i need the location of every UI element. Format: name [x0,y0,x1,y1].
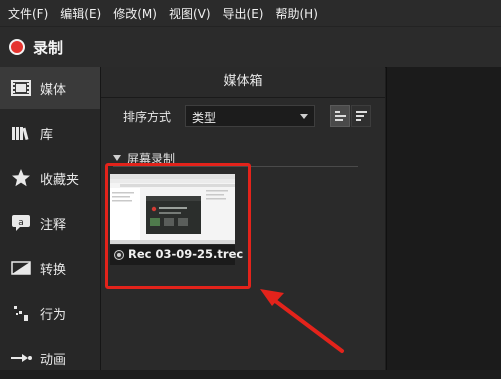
annotation-arrow-icon [260,289,344,353]
